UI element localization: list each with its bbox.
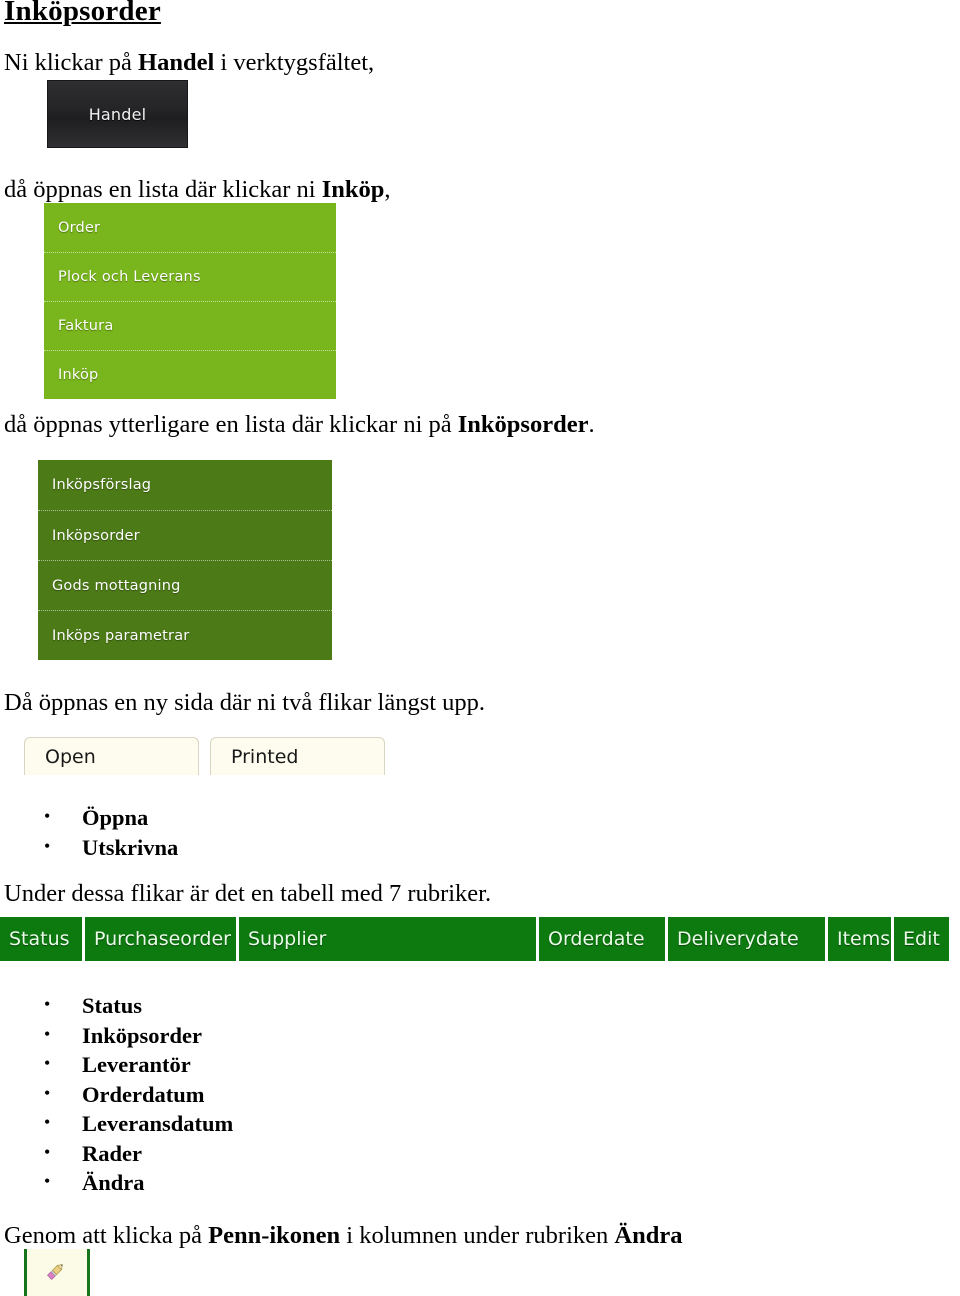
instruction-penn-mid: i kolumnen under rubriken: [340, 1222, 615, 1249]
list-item: Öppna: [40, 802, 178, 833]
instruction-handel-pre: Ni klickar på: [4, 49, 139, 76]
column-header-edit[interactable]: Edit: [894, 917, 949, 961]
instruction-tabell: Under dessa flikar är det en tabell med …: [4, 880, 492, 907]
menu-inkop-list: Inköpsförslag Inköpsorder Gods mottagnin…: [38, 460, 332, 660]
instruction-inkop-bold: Inköp: [321, 176, 385, 203]
column-names-list: Status Inköpsorder Leverantör Orderdatum…: [40, 990, 233, 1198]
menu-item-label: Faktura: [58, 318, 114, 334]
handel-toolbar-button[interactable]: Handel: [47, 80, 188, 148]
tab-bar: Open Printed: [24, 737, 385, 775]
menu-item-plock-och-leverans[interactable]: Plock och Leverans: [44, 252, 336, 301]
tab-names-list: Öppna Utskrivna: [40, 802, 178, 863]
instruction-ny-sida: Då öppnas en ny sida där ni två flikar l…: [4, 689, 486, 716]
menu-item-faktura[interactable]: Faktura: [44, 301, 336, 350]
column-header-label: Status: [9, 928, 70, 950]
menu-item-label: Inköpsorder: [52, 527, 140, 544]
tab-label: Printed: [231, 745, 299, 768]
list-item: Inköpsorder: [40, 1020, 233, 1051]
instruction-inkopsorder-bold: Inköpsorder: [457, 411, 589, 438]
list-item: Leveransdatum: [40, 1108, 233, 1139]
menu-item-label: Plock och Leverans: [58, 269, 201, 285]
menu-item-inkop[interactable]: Inköp: [44, 350, 336, 399]
column-header-deliverydate[interactable]: Deliverydate: [668, 917, 825, 961]
menu-item-order[interactable]: Order: [44, 203, 336, 252]
page-title: Inköpsorder: [4, 0, 161, 27]
menu-item-label: Gods mottagning: [52, 577, 181, 594]
instruction-handel-post: i verktygsfältet,: [214, 49, 375, 76]
column-header-status[interactable]: Status: [0, 917, 82, 961]
menu-item-label: Inköps parametrar: [52, 627, 190, 644]
column-header-items[interactable]: Items: [828, 917, 891, 961]
tab-label: Open: [45, 745, 96, 768]
edit-cell[interactable]: [24, 1249, 90, 1296]
menu-item-inkops-parametrar[interactable]: Inköps parametrar: [38, 610, 332, 660]
instruction-inkop-post: ,: [384, 176, 391, 203]
instruction-penn-pre: Genom att klicka på: [4, 1222, 209, 1249]
instruction-inkopsorder-post: .: [588, 411, 595, 438]
instruction-inkop: då öppnas en lista där klickar ni Inköp,: [4, 175, 391, 206]
column-header-label: Orderdate: [548, 928, 645, 950]
tab-printed[interactable]: Printed: [210, 737, 385, 775]
column-header-label: Purchaseorder: [94, 928, 231, 950]
document-page: Inköpsorder Ni klickar på Handel i verkt…: [0, 0, 960, 1296]
menu-item-label: Order: [58, 219, 101, 236]
list-item: Orderdatum: [40, 1079, 233, 1110]
handel-button-label: Handel: [88, 104, 147, 124]
instruction-inkop-pre: då öppnas en lista där klickar ni: [4, 176, 322, 203]
menu-item-label: Inköpsförslag: [52, 477, 152, 493]
instruction-penn-ikon: Genom att klicka på Penn-ikonen i kolumn…: [4, 1221, 682, 1252]
instruction-penn-bold: Penn-ikonen: [208, 1222, 341, 1249]
column-header-purchaseorder[interactable]: Purchaseorder: [85, 917, 236, 961]
instruction-handel-bold: Handel: [138, 49, 215, 76]
menu-item-inkopsorder[interactable]: Inköpsorder: [38, 510, 332, 560]
column-header-label: Edit: [903, 928, 940, 950]
instruction-penn-bold2: Ändra: [614, 1222, 683, 1249]
list-item: Leverantör: [40, 1049, 233, 1080]
menu-handel-list: Order Plock och Leverans Faktura Inköp: [44, 203, 336, 399]
column-header-label: Deliverydate: [677, 928, 799, 950]
list-item: Utskrivna: [40, 832, 178, 863]
column-header-label: Items: [837, 928, 891, 950]
column-header-orderdate[interactable]: Orderdate: [539, 917, 665, 961]
column-header-label: Supplier: [248, 928, 327, 950]
menu-item-gods-mottagning[interactable]: Gods mottagning: [38, 560, 332, 610]
list-item: Ändra: [40, 1167, 233, 1198]
column-header-supplier[interactable]: Supplier: [239, 917, 536, 961]
instruction-inkopsorder: då öppnas ytterligare en lista där klick…: [4, 410, 595, 441]
tab-open[interactable]: Open: [24, 737, 199, 775]
instruction-handel: Ni klickar på Handel i verktygsfältet,: [4, 48, 374, 79]
list-item: Status: [40, 990, 233, 1021]
list-item: Rader: [40, 1138, 233, 1169]
table-header-row: Status Purchaseorder Supplier Orderdate …: [0, 917, 955, 961]
instruction-inkopsorder-pre: då öppnas ytterligare en lista där klick…: [4, 411, 458, 438]
menu-item-inkopsforslag[interactable]: Inköpsförslag: [38, 460, 332, 510]
menu-item-label: Inköp: [58, 367, 99, 383]
